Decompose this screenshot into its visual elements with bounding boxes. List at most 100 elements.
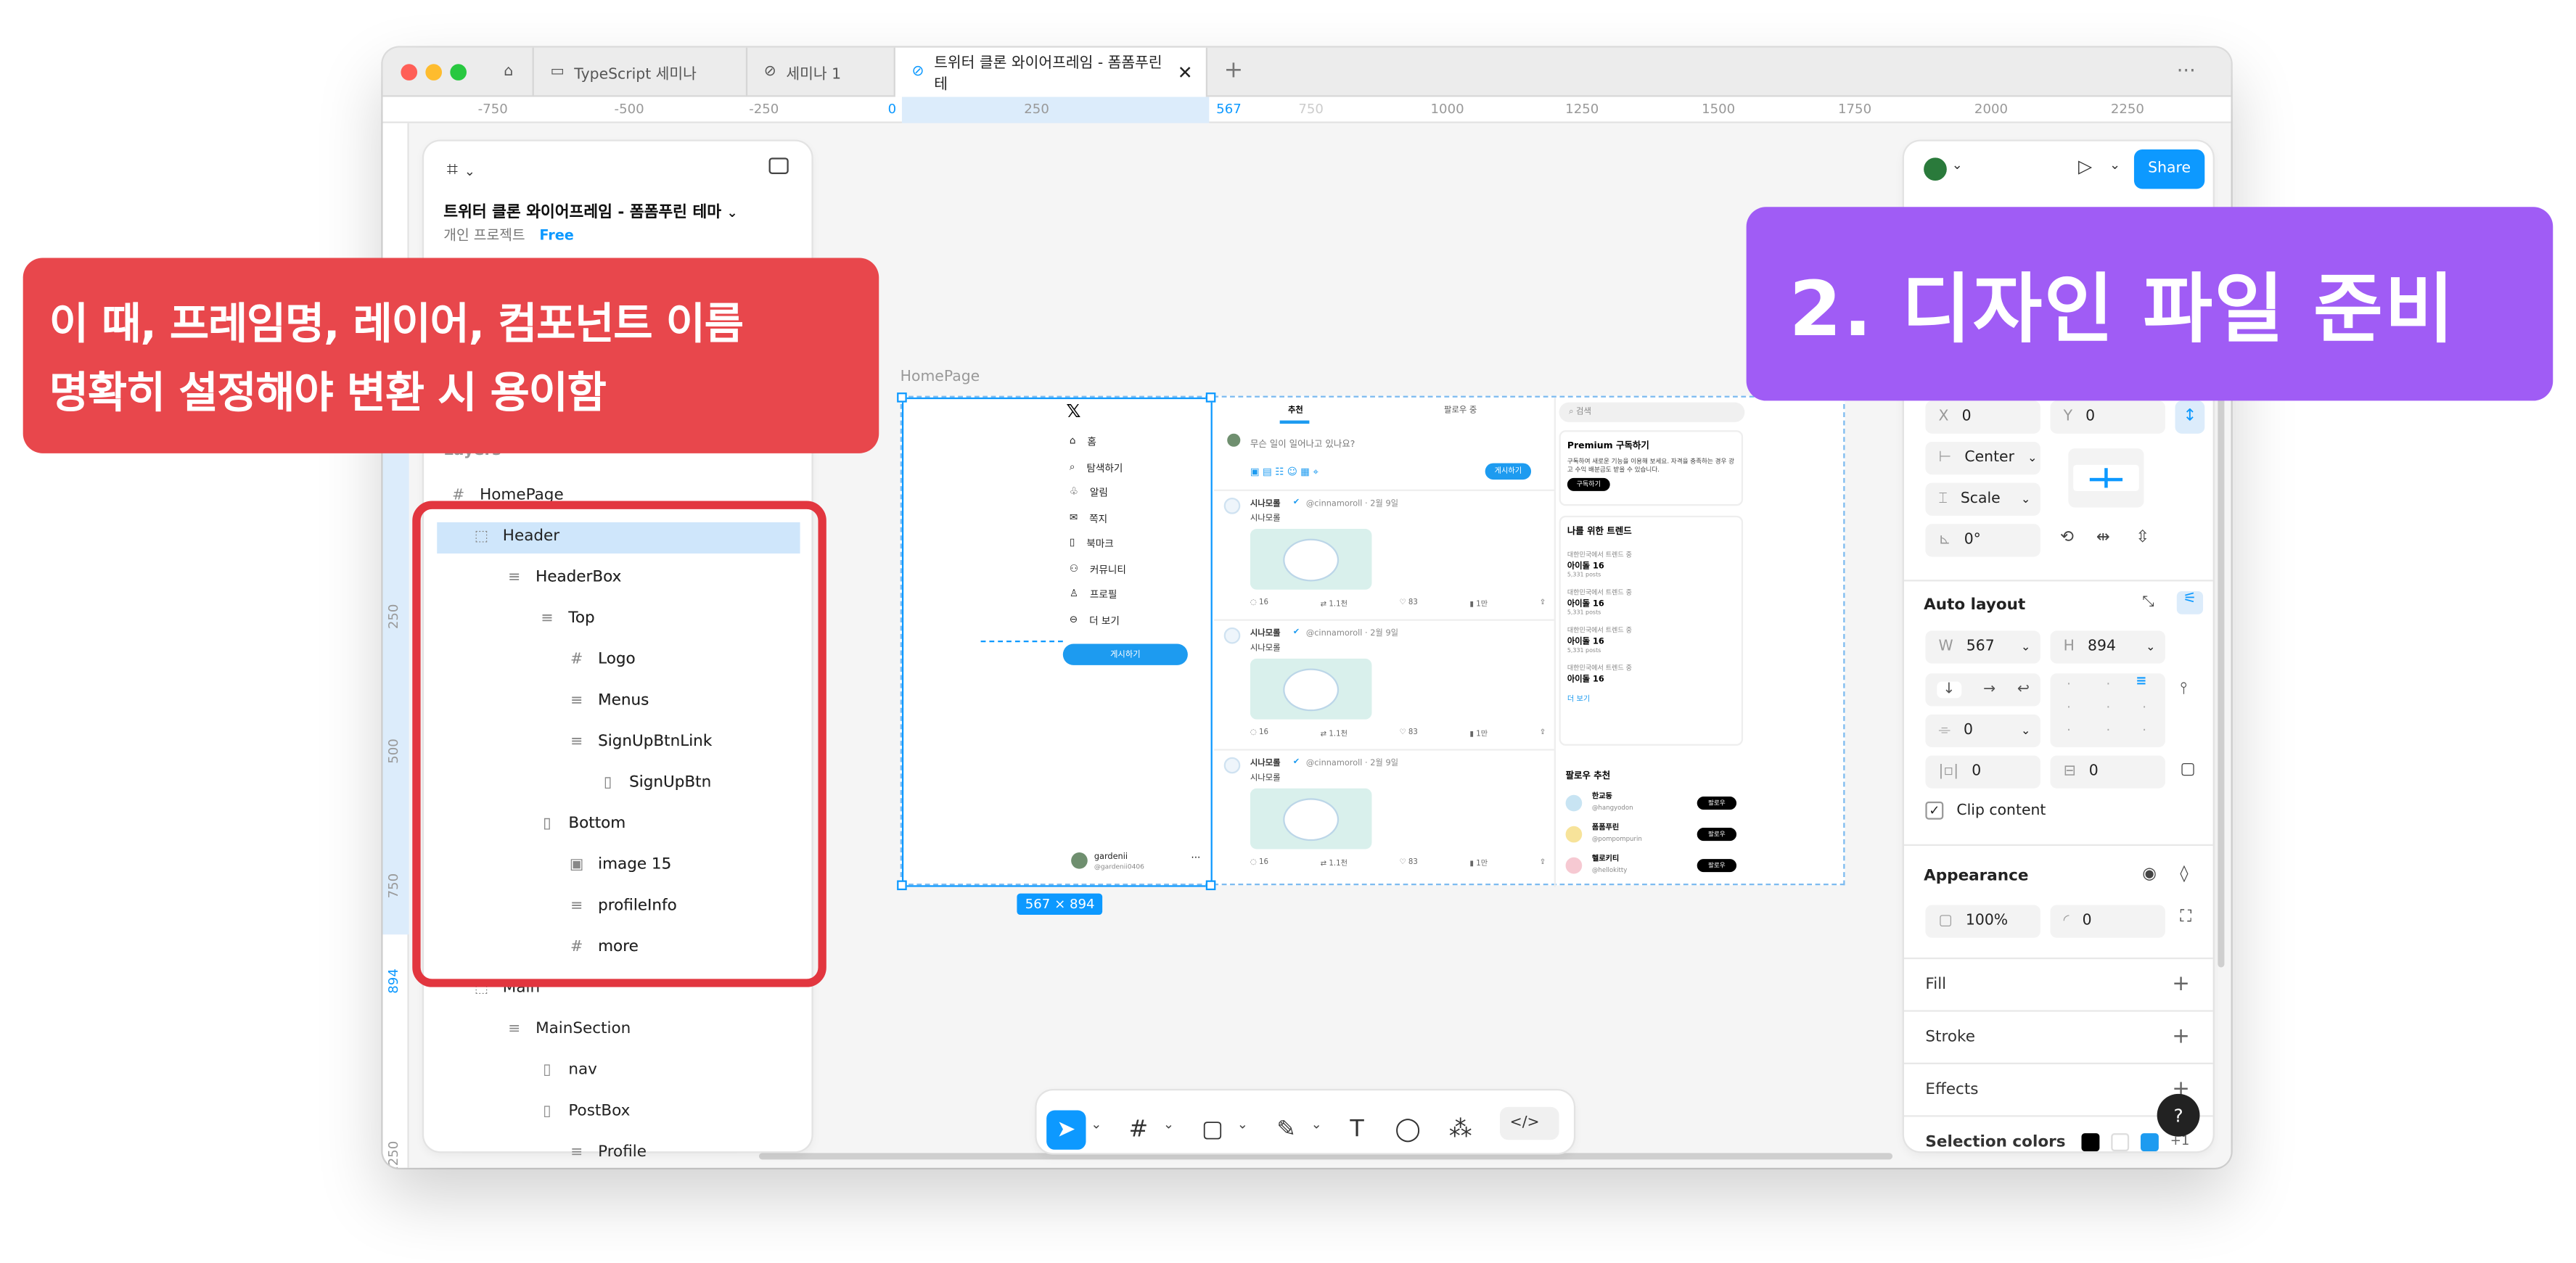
wrap-icon[interactable]: ↩ — [2017, 682, 2030, 699]
resize-handle[interactable] — [897, 880, 907, 891]
h-constraint-value: Center — [1964, 450, 2014, 466]
vertical-constraint[interactable]: ⌶ Scale ⌄ — [1925, 482, 2040, 516]
chevron-down-icon[interactable]: ⌄ — [1091, 1117, 1102, 1132]
autolayout-icon: ≡ — [570, 1143, 583, 1161]
layer-profile[interactable]: ≡ Profile — [424, 1132, 811, 1173]
clip-content-checkbox[interactable]: ✓ Clip content — [1925, 801, 2046, 820]
tab-twitter-clone[interactable]: ⊘ 트위터 클론 와이어프레임 - 폼폼푸린 테 ✕ — [895, 47, 1208, 97]
minimize-window-button[interactable] — [425, 64, 443, 81]
horizontal-constraint[interactable]: ⊢ Center ⌄ — [1925, 442, 2040, 475]
move-tool-icon[interactable]: ➤ — [1046, 1110, 1086, 1150]
collapse-icon[interactable]: ⤡ — [2142, 595, 2154, 612]
alignment-grid[interactable]: · · ≡ · · · · · · — [2050, 673, 2165, 748]
radius-value: 0 — [2082, 913, 2092, 930]
layer-name: nav — [568, 1061, 597, 1079]
tab-typescript[interactable]: ▭ TypeScript 세미나 — [534, 47, 748, 97]
comment-tool-icon[interactable]: ◯ — [1388, 1110, 1427, 1149]
padding-v-value: 0 — [2088, 763, 2099, 781]
follow-title: 팔로우 추천 — [1565, 772, 1611, 782]
opacity-field[interactable]: ▢ 100% — [1925, 905, 2040, 938]
trend-name: 아이돌 16 — [1567, 599, 1604, 609]
premium-title: Premium 구독하기 — [1567, 442, 1649, 452]
droplet-icon[interactable]: ◊ — [2180, 865, 2188, 884]
pen-tool-icon[interactable]: ✎ — [1267, 1110, 1306, 1149]
chevron-down-icon[interactable]: ⌄ — [1163, 1117, 1174, 1132]
help-button[interactable]: ? — [2157, 1093, 2200, 1137]
x-field[interactable]: X0 — [1925, 400, 2040, 434]
close-tab-icon[interactable]: ✕ — [1178, 62, 1193, 83]
text-tool-icon[interactable]: T — [1337, 1110, 1377, 1149]
constraint-widget[interactable] — [2068, 448, 2144, 508]
height-field[interactable]: H 894 ⌄ — [2050, 630, 2165, 664]
flip-vertical-icon[interactable]: ⇳ — [2136, 529, 2149, 547]
expand-corners-icon[interactable]: ⛶ — [2180, 908, 2191, 926]
chevron-down-icon[interactable]: ⌄ — [1952, 157, 1963, 172]
width-field[interactable]: W 567 ⌄ — [1925, 630, 2040, 664]
tab-seminar[interactable]: ⊘ 세미나 1 — [747, 47, 895, 97]
resize-handle[interactable] — [897, 392, 907, 403]
chevron-down-icon[interactable]: ⌄ — [2109, 157, 2120, 172]
color-swatch-black[interactable] — [2081, 1133, 2100, 1152]
more-menu-button[interactable]: ··· — [2177, 59, 2196, 83]
fill-row[interactable]: Fill + — [1903, 957, 2213, 1010]
new-tab-button[interactable]: + — [1224, 57, 1244, 83]
follow-item: 헬로키티 @hellokitty 팔로우 — [1565, 854, 1740, 880]
opacity-value: 100% — [1965, 913, 2009, 930]
gap-field[interactable]: ⌯ 0 ⌄ — [1925, 714, 2040, 748]
horizontal-scrollbar[interactable] — [758, 1153, 1893, 1160]
flip-horizontal-icon[interactable]: ⇹ — [2096, 529, 2110, 547]
share-button[interactable]: Share — [2133, 149, 2205, 189]
vertical-direction-icon[interactable]: ↓ — [1936, 681, 1962, 699]
frame-tool-icon[interactable]: # — [1119, 1110, 1158, 1149]
components-tool-icon[interactable]: ⁂ — [1441, 1110, 1480, 1149]
radius-field[interactable]: ◜ 0 — [2050, 905, 2165, 938]
advanced-settings-icon[interactable]: ⫯ — [2180, 680, 2187, 698]
horizontal-padding-field[interactable]: |▫| 0 — [1925, 755, 2040, 789]
stroke-row[interactable]: Stroke + — [1903, 1010, 2213, 1062]
view-stat: ▮ 1만 — [1469, 860, 1488, 869]
color-swatch-white[interactable] — [2111, 1133, 2130, 1152]
constraint-lock-icon[interactable]: ↕ — [2175, 400, 2205, 434]
callout-line: 이 때, 프레임명, 레이어, 컴포넌트 이름 — [49, 300, 744, 350]
add-fill-icon[interactable]: + — [2172, 972, 2190, 997]
rotation-field[interactable]: ⊾ 0° — [1925, 524, 2040, 557]
close-window-button[interactable] — [401, 64, 418, 81]
premium-text: 구독하여 새로운 기능을 이용해 보세요. 자격을 충족하는 경우 광고 수익 … — [1567, 456, 1735, 474]
layer-postbox[interactable]: ▯ PostBox — [424, 1090, 811, 1132]
nav-label: 탐색하기 — [1086, 463, 1123, 475]
home-tab[interactable]: ⌂ — [485, 47, 534, 97]
x-label: X — [1938, 408, 1949, 426]
vertical-padding-field[interactable]: ⊟ 0 — [2050, 755, 2165, 789]
play-icon[interactable]: ▷ — [2078, 156, 2092, 177]
figma-menu-button[interactable]: ⌗ ⌄ — [447, 157, 475, 182]
chevron-down-icon[interactable]: ⌄ — [1311, 1117, 1322, 1132]
color-swatch-blue[interactable] — [2140, 1133, 2159, 1152]
add-stroke-icon[interactable]: + — [2172, 1025, 2190, 1050]
x-value: 0 — [1961, 408, 1972, 426]
zoom-window-button[interactable] — [450, 64, 467, 81]
design-frame[interactable]: 𝕏 ⌂ 홈 ⌕ 탐색하기 ♧ 알림 ✉ 쪽지 ▯ 북마크 ⚇ 커뮤니티 ♙ 프로필 ⊖ 더 보기… — [897, 392, 1845, 891]
individual-padding-icon[interactable]: ▢ — [2180, 760, 2195, 778]
rectangle-tool-icon[interactable]: ▢ — [1193, 1110, 1232, 1149]
layer-nav[interactable]: ▯ nav — [424, 1050, 811, 1091]
sidebar-toggle-icon[interactable] — [768, 157, 789, 174]
y-field[interactable]: Y0 — [2050, 400, 2165, 434]
dev-mode-toggle-icon[interactable]: </> — [1500, 1106, 1559, 1140]
auto-layout-settings-icon[interactable]: ⚟ — [2176, 591, 2204, 614]
frame-label[interactable]: HomePage — [901, 369, 980, 386]
chevron-down-icon[interactable]: ⌄ — [1237, 1117, 1248, 1132]
layer-mainsection[interactable]: ≡ MainSection — [424, 1008, 811, 1050]
checkbox-checked-icon[interactable]: ✓ — [1925, 801, 1944, 820]
compose-placeholder: 무슨 일이 일어나고 있나요? — [1250, 440, 1355, 451]
verified-icon: ✔ — [1292, 497, 1300, 508]
file-title[interactable]: 트위터 클론 와이어프레임 - 폼폼푸린 테마 ⌄ — [443, 199, 737, 222]
rotation-value: 0° — [1964, 532, 1981, 549]
rotate-icon[interactable]: ⟲ — [2060, 529, 2074, 547]
align-dot: · — [2067, 723, 2071, 738]
direction-toggle[interactable]: ↓ → ↩ — [1925, 673, 2040, 707]
verified-icon: ✔ — [1292, 627, 1300, 638]
eye-icon[interactable]: ◉ — [2142, 865, 2157, 884]
horizontal-direction-icon[interactable]: → — [1983, 682, 1995, 699]
user-avatar[interactable] — [1924, 157, 1947, 181]
follow-name: 한교동 — [1591, 793, 1612, 802]
